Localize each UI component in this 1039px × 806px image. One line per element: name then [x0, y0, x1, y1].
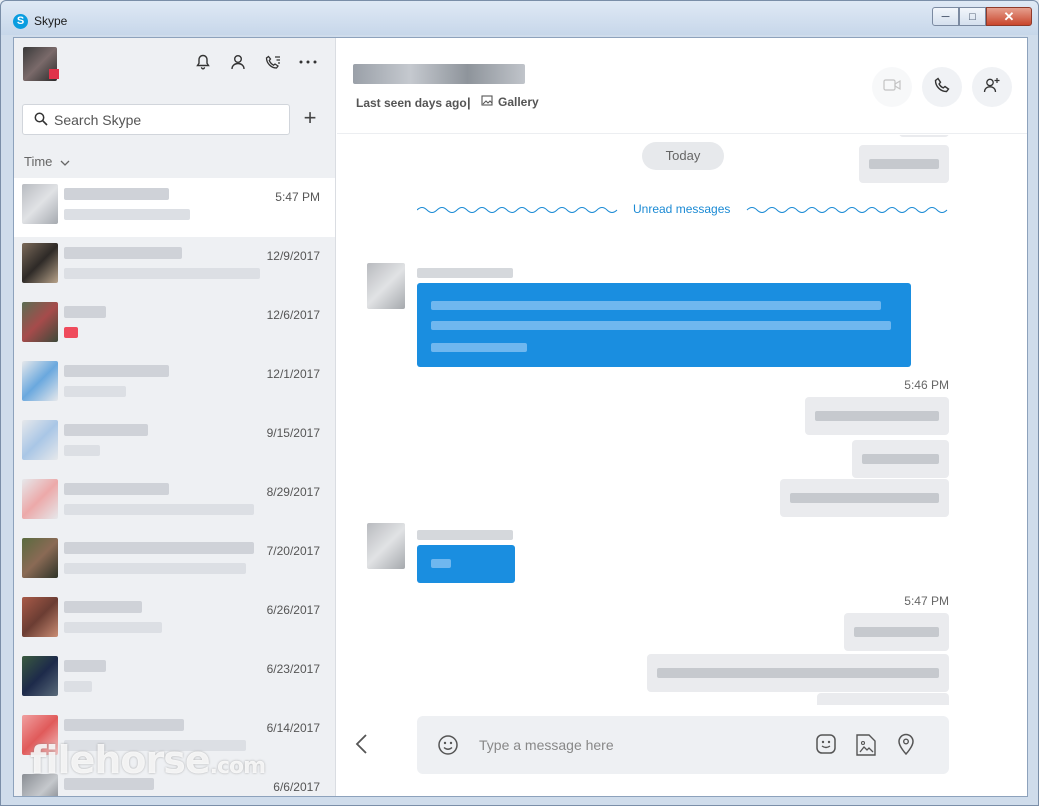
avatar: [22, 656, 58, 696]
conversation-date: 8/29/2017: [266, 485, 320, 499]
message-bubble: [844, 613, 949, 651]
watermark-logo: filehorse.com: [30, 738, 266, 782]
last-seen-status: Last seen days ago: [356, 96, 467, 110]
search-input[interactable]: [54, 110, 274, 130]
message-timestamp: 5:47 PM: [904, 594, 949, 608]
message-bubble: [417, 283, 911, 367]
search-box[interactable]: [22, 104, 290, 135]
sender-name: [417, 268, 513, 278]
conversation-date: 12/1/2017: [266, 367, 320, 381]
app-client-area: + Time 5:47 PM 12/9/2017: [13, 37, 1028, 797]
message-input[interactable]: [479, 734, 779, 756]
contact-name[interactable]: [353, 64, 525, 84]
avatar: [22, 184, 58, 224]
title-bar: S Skype ─ □ ✕: [1, 1, 1038, 35]
message-bubble: [780, 479, 949, 517]
video-call-button[interactable]: [872, 67, 912, 107]
bell-icon[interactable]: [194, 52, 212, 72]
conversation-item[interactable]: 8/29/2017: [14, 473, 335, 532]
image-icon[interactable]: [855, 733, 877, 757]
avatar: [22, 420, 58, 460]
conversation-date: 6/23/2017: [266, 662, 320, 676]
avatar: [22, 597, 58, 637]
header-separator: |: [467, 95, 471, 110]
skype-logo-icon: S: [13, 14, 28, 29]
back-arrow-icon[interactable]: [355, 733, 375, 757]
conversation-date: 7/20/2017: [266, 544, 320, 558]
plus-icon[interactable]: +: [300, 107, 320, 130]
contacts-icon[interactable]: [229, 52, 247, 72]
conversation-item[interactable]: 12/6/2017: [14, 296, 335, 355]
sender-name: [417, 530, 513, 540]
conversation-list: 5:47 PM 12/9/2017 12/6/2017 12/1/2017 9/…: [14, 178, 335, 796]
message-bubble: [859, 145, 949, 183]
message-bubble: [899, 135, 949, 137]
message-bubble: [805, 397, 949, 435]
skype-window: S Skype ─ □ ✕ Search Skype + Time 5:47 P…: [0, 0, 1039, 806]
avatar: [22, 361, 58, 401]
sender-avatar: [367, 523, 405, 569]
add-person-button[interactable]: [972, 67, 1012, 107]
conversation-item[interactable]: 6/26/2017: [14, 591, 335, 650]
conversation-date: 5:47 PM: [275, 190, 320, 204]
conversation-item[interactable]: 12/1/2017: [14, 355, 335, 414]
message-area: Today Unread messages 5:46 PM 5:47 PM: [337, 135, 1027, 705]
conversation-date: 6/6/2017: [273, 780, 320, 794]
gallery-label: Gallery: [498, 95, 539, 109]
sidebar-toolbar: [194, 52, 317, 72]
message-bubble: [647, 654, 949, 692]
sticker-icon[interactable]: [815, 733, 837, 757]
location-icon[interactable]: [897, 733, 919, 757]
gallery-icon: [481, 95, 493, 109]
avatar: [22, 302, 58, 342]
add-person-icon: [983, 77, 1001, 98]
avatar: [22, 479, 58, 519]
avatar: [22, 538, 58, 578]
emoji-icon[interactable]: [437, 734, 459, 761]
unread-messages-label: Unread messages: [627, 202, 737, 216]
sender-avatar: [367, 263, 405, 309]
maximize-button[interactable]: □: [959, 7, 986, 26]
status-indicator: [49, 69, 59, 79]
more-icon[interactable]: [299, 52, 317, 72]
video-call-icon: [883, 78, 901, 96]
minimize-button[interactable]: ─: [932, 7, 959, 26]
sort-label: Time: [24, 154, 53, 169]
sidebar: + Time 5:47 PM 12/9/2017: [14, 38, 336, 796]
conversation-item[interactable]: 12/9/2017: [14, 237, 335, 296]
close-button[interactable]: ✕: [986, 7, 1032, 26]
audio-call-icon: [934, 76, 950, 98]
message-bubble: [852, 440, 949, 478]
message-bubble: [417, 545, 515, 583]
conversation-date: 12/6/2017: [266, 308, 320, 322]
window-title: Skype: [34, 14, 68, 28]
conversation-date: 6/14/2017: [266, 721, 320, 735]
avatar: [22, 243, 58, 283]
chat-panel: Last seen days ago | Gallery Today Unrea…: [337, 38, 1027, 796]
conversation-date: 6/26/2017: [266, 603, 320, 617]
conversation-item[interactable]: 9/15/2017: [14, 414, 335, 473]
my-avatar[interactable]: [23, 47, 59, 81]
window-controls: ─ □ ✕: [932, 7, 1032, 26]
conversation-item[interactable]: 5:47 PM: [14, 178, 335, 237]
message-bubble: [817, 693, 949, 705]
date-divider: Today: [642, 142, 724, 170]
conversation-date: 9/15/2017: [266, 426, 320, 440]
sort-dropdown[interactable]: Time: [24, 154, 70, 169]
conversation-date: 12/9/2017: [266, 249, 320, 263]
chat-header: Last seen days ago | Gallery: [337, 38, 1027, 134]
audio-call-button[interactable]: [922, 67, 962, 107]
conversation-item[interactable]: 6/23/2017: [14, 650, 335, 709]
message-timestamp: 5:46 PM: [904, 378, 949, 392]
search-icon: [34, 112, 48, 131]
gallery-link[interactable]: Gallery: [481, 95, 539, 109]
call-history-icon[interactable]: [264, 52, 282, 72]
chevron-down-icon: [60, 154, 70, 169]
message-composer: [417, 716, 949, 774]
conversation-item[interactable]: 7/20/2017: [14, 532, 335, 591]
